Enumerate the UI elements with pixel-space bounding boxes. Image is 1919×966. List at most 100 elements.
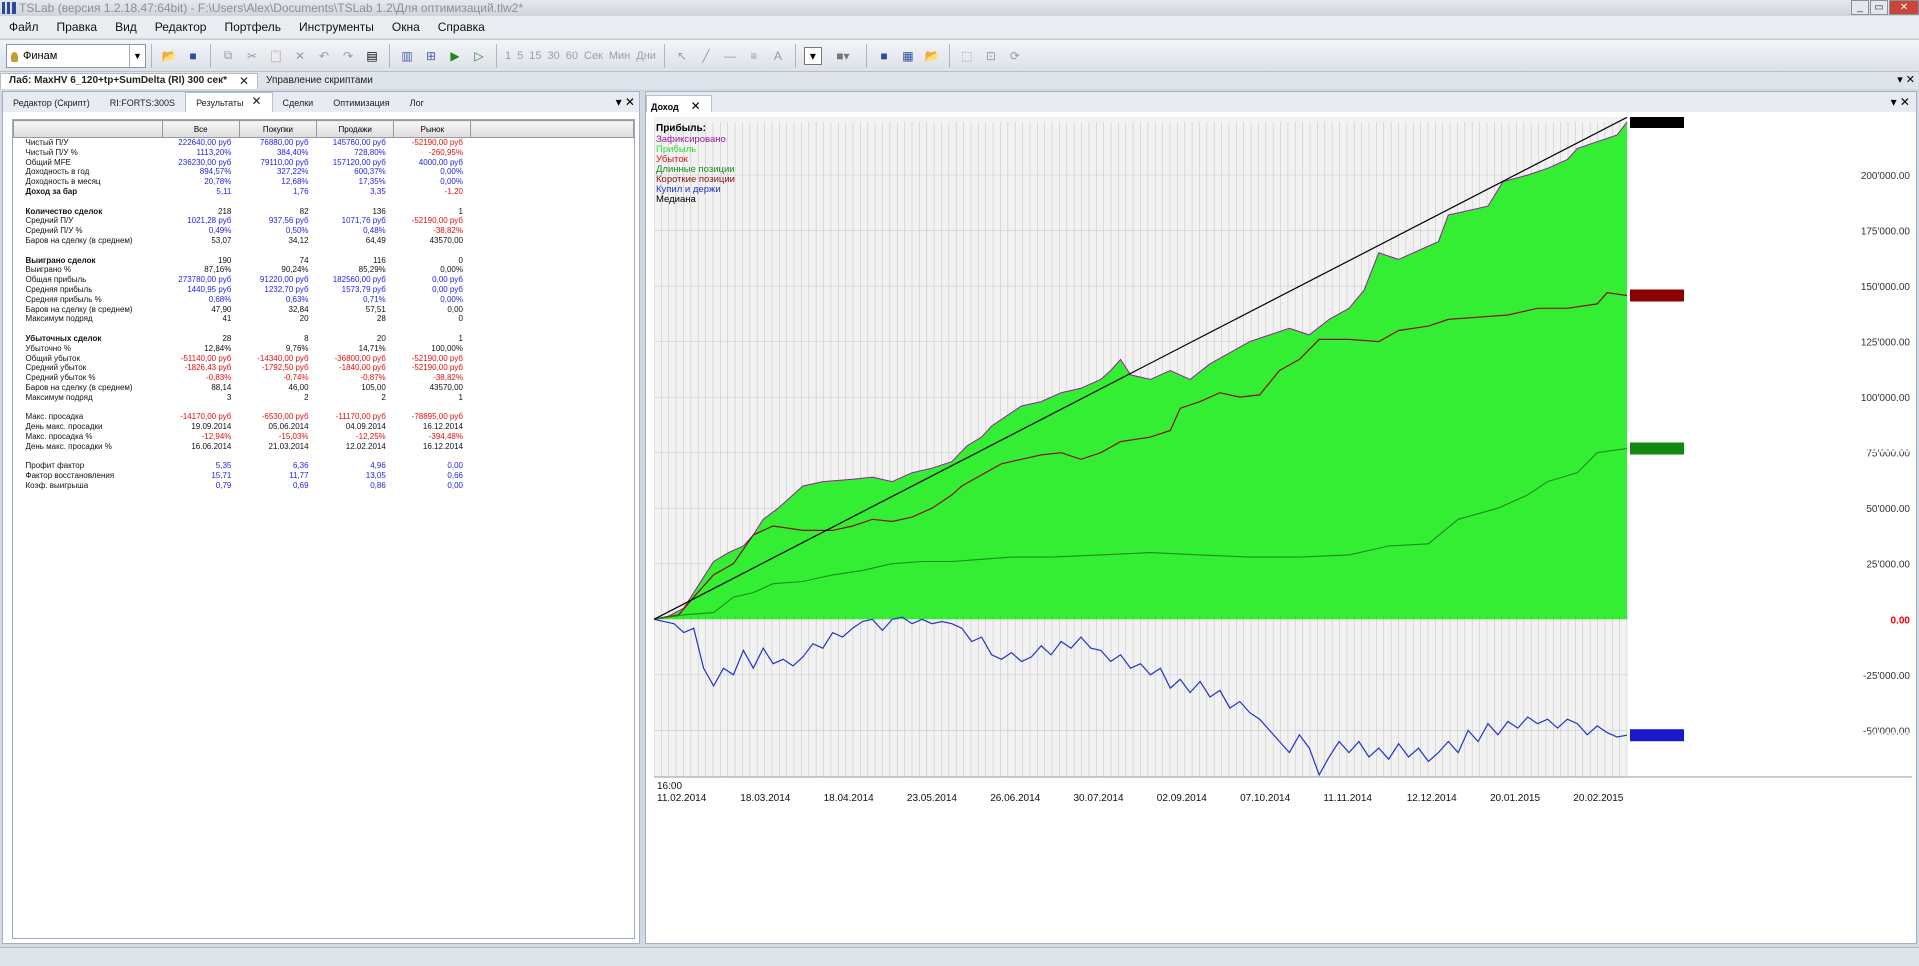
panel-controls-icon[interactable]: ▾ ✕ xyxy=(616,95,635,109)
menu-tools[interactable]: Инструменты xyxy=(290,20,383,34)
stats-cell: 16.12.2014 xyxy=(422,441,463,451)
cut-icon[interactable]: ✂ xyxy=(243,47,261,65)
select-area-icon[interactable]: ⬚ xyxy=(958,47,976,65)
stats-cell: 1 xyxy=(458,333,463,343)
paste-icon[interactable]: 📋 xyxy=(267,47,285,65)
tab-script-manager[interactable]: Управление скриптами xyxy=(258,73,381,89)
y-tick-label: 25'000.00 xyxy=(1866,560,1910,571)
tab-log[interactable]: Лог xyxy=(400,92,434,112)
stats-cell: -0,74% xyxy=(283,373,309,383)
grid-icon[interactable]: ▦ xyxy=(899,47,917,65)
column-header-buys[interactable]: Покупки xyxy=(238,120,318,138)
stats-cell: 1232,70 руб xyxy=(264,284,309,294)
delete-icon[interactable]: ✕ xyxy=(291,47,309,65)
layout-icon[interactable]: ⊡ xyxy=(982,47,1000,65)
minimize-button[interactable]: _ xyxy=(1851,0,1869,15)
stats-cell: 0,00 xyxy=(447,461,463,471)
trend-line-icon[interactable]: ╱ xyxy=(697,47,715,65)
stats-row: Макс. просадка -14170,00 руб -6530,00 руб -… xyxy=(14,412,634,422)
copy-icon[interactable]: ⧉ xyxy=(219,47,237,65)
color-picker-icon[interactable]: ■▾ xyxy=(828,47,858,65)
last-value-total-bg xyxy=(1630,117,1684,128)
line-style-icon[interactable]: ▾ xyxy=(803,46,822,65)
horizontal-line-icon[interactable]: — xyxy=(721,47,739,65)
menu-view[interactable]: Вид xyxy=(106,20,146,34)
stats-cell: 28 xyxy=(376,314,386,324)
pin-close-icon[interactable]: ▾ ✕ xyxy=(1897,73,1915,86)
stats-cell: 4,96 xyxy=(370,461,386,471)
column-header-all[interactable]: Все xyxy=(161,120,240,138)
menu-help[interactable]: Справка xyxy=(429,20,494,34)
unit-seconds[interactable]: Сек xyxy=(584,50,603,62)
menu-windows[interactable]: Окна xyxy=(383,20,429,34)
column-header-sells[interactable]: Продажи xyxy=(316,120,395,138)
open-layout-icon[interactable]: 📂 xyxy=(923,47,941,65)
run-icon[interactable]: ▶ xyxy=(446,47,464,65)
stats-cell xyxy=(394,403,471,413)
period-60[interactable]: 60 xyxy=(566,50,578,62)
stats-row-label: Общий убыток xyxy=(25,353,81,363)
stats-row: Баров на сделку (в среднем) 88,14 46,00 105… xyxy=(14,383,634,393)
bar-chart-icon[interactable]: ▥ xyxy=(398,47,416,65)
stats-cell: -52190,00 руб xyxy=(411,216,463,226)
tab-instrument[interactable]: RI:FORTS:300S xyxy=(100,92,185,112)
properties-icon[interactable]: ▤ xyxy=(363,47,381,65)
close-icon[interactable]: ✕ xyxy=(239,73,249,89)
panel-controls-icon[interactable]: ▾ ✕ xyxy=(1891,95,1910,109)
menu-portfolio[interactable]: Портфель xyxy=(215,20,290,34)
stats-cell: 8 xyxy=(304,333,309,343)
tab-trades[interactable]: Сделки xyxy=(273,92,324,112)
close-icon[interactable]: ✕ xyxy=(251,94,261,108)
tab-lab[interactable]: Лаб: MaxHV 6_120+tp+SumDelta (RI) 300 се… xyxy=(0,72,259,89)
redo-icon[interactable]: ↷ xyxy=(339,47,357,65)
income-chart[interactable]: Прибыль:ЗафиксированоПрибыльУбытокДлинны… xyxy=(654,117,1912,943)
tab-income[interactable]: Доход ✕ xyxy=(646,95,712,113)
undo-icon[interactable]: ↶ xyxy=(315,47,333,65)
menu-editor[interactable]: Редактор xyxy=(146,20,216,34)
close-icon[interactable]: ✕ xyxy=(691,99,701,113)
data-source-dropdown[interactable]: Финам ▼ xyxy=(6,43,146,68)
unit-days[interactable]: Дни xyxy=(636,50,656,62)
y-tick-label: 125'000.00 xyxy=(1861,338,1911,349)
stats-cell: 1021,28 руб xyxy=(187,216,232,226)
y-tick-label: 200'000.00 xyxy=(1861,171,1911,182)
period-15[interactable]: 15 xyxy=(529,50,541,62)
network-icon[interactable]: ⊞ xyxy=(422,47,440,65)
tab-results[interactable]: Результаты ✕ xyxy=(185,92,273,112)
stats-cell: 43570,00 xyxy=(429,382,463,392)
stats-cell: 12,68% xyxy=(281,177,309,187)
stats-cell: 600,37% xyxy=(354,167,386,177)
unit-minutes[interactable]: Мин xyxy=(609,50,630,62)
stats-cell: 100,00% xyxy=(431,343,463,353)
stats-row: Чистый П/У 222640,00 руб 76880,00 руб 14576… xyxy=(14,138,634,148)
stats-row-label: День макс. просадки % xyxy=(25,441,112,451)
stats-cell xyxy=(162,197,239,207)
text-icon[interactable]: A xyxy=(769,47,787,65)
tab-editor[interactable]: Редактор (Скрипт) xyxy=(3,92,100,112)
stats-row-label: Общая прибыль xyxy=(25,275,87,285)
period-5[interactable]: 5 xyxy=(517,50,523,62)
period-30[interactable]: 30 xyxy=(548,50,560,62)
stats-cell: 57,51 xyxy=(365,304,386,314)
x-tick-label: 26.06.2014 xyxy=(990,793,1040,804)
maximize-button[interactable]: ▭ xyxy=(1870,0,1888,15)
channel-icon[interactable]: ≡ xyxy=(745,47,763,65)
stats-cell: -78895,00 руб xyxy=(411,412,463,422)
tab-optimization[interactable]: Оптимизация xyxy=(323,92,399,112)
save-layout-icon[interactable]: ■ xyxy=(875,47,893,65)
stats-row: Доходность в месяц 20,78% 12,68% 17,35% 0,00… xyxy=(14,177,634,187)
stats-cell: 88,14 xyxy=(211,382,232,392)
x-tick-label: 18.03.2014 xyxy=(740,793,790,804)
run-step-icon[interactable]: ▷ xyxy=(470,47,488,65)
period-1[interactable]: 1 xyxy=(505,50,511,62)
column-header-market[interactable]: Рынок xyxy=(393,120,472,138)
open-folder-icon[interactable]: 📂 xyxy=(160,47,178,65)
stats-cell: 5,11 xyxy=(216,186,232,196)
menu-file[interactable]: Файл xyxy=(0,20,48,34)
save-icon[interactable]: ■ xyxy=(184,47,202,65)
pointer-icon[interactable]: ↖ xyxy=(673,47,691,65)
close-button[interactable]: ✕ xyxy=(1889,0,1919,15)
refresh-icon[interactable]: ⟳ xyxy=(1006,47,1024,65)
stats-cell: 0,79 xyxy=(215,480,232,490)
menu-edit[interactable]: Правка xyxy=(48,20,107,34)
